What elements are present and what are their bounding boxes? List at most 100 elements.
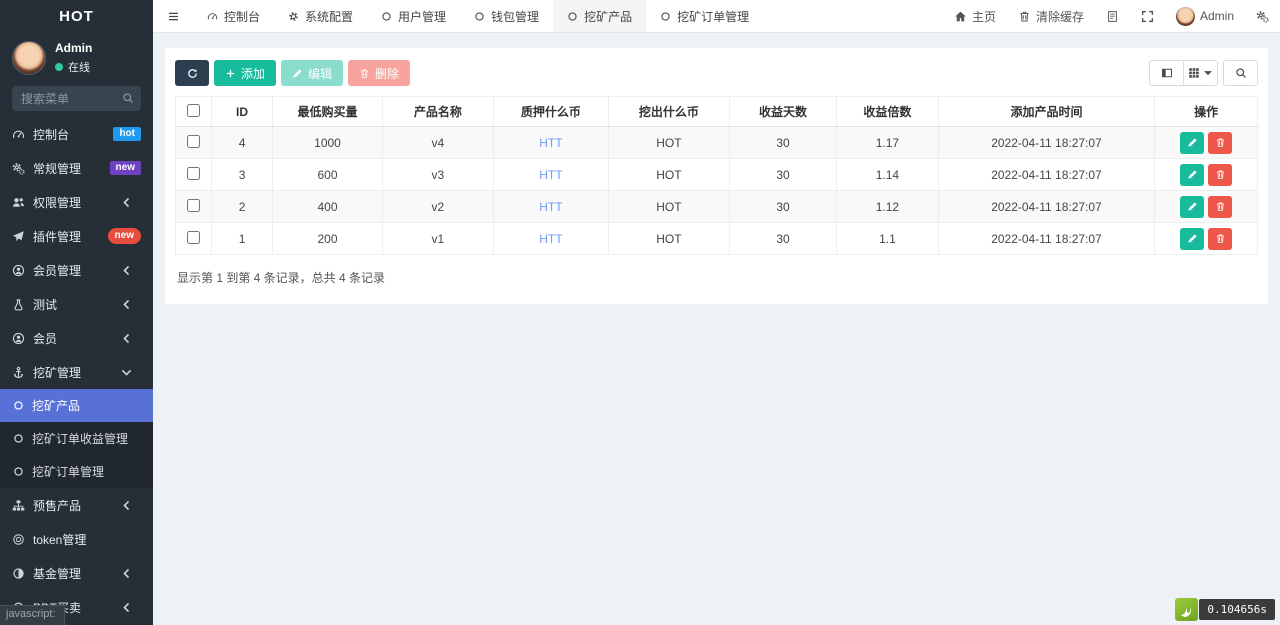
tab[interactable]: 挖矿产品 xyxy=(553,0,647,32)
cell: 400 xyxy=(272,190,383,223)
chevron-down-icon xyxy=(120,366,133,379)
pencil-icon xyxy=(1187,201,1198,212)
row-delete-button[interactable] xyxy=(1208,227,1233,250)
column-header: 挖出什么币 xyxy=(607,96,730,127)
row-delete-button[interactable] xyxy=(1208,163,1233,186)
pencil-icon xyxy=(1187,169,1198,180)
language-icon xyxy=(1106,10,1119,23)
sidebar-item[interactable]: 控制台 hot xyxy=(0,117,153,151)
sidebar-toggle-button[interactable] xyxy=(153,0,193,32)
ops-cell xyxy=(1154,158,1258,191)
sidebar-subitem[interactable]: 挖矿订单管理 xyxy=(0,455,153,488)
users-icon xyxy=(12,196,25,209)
row-checkbox[interactable] xyxy=(186,198,200,212)
sidebar-item[interactable]: token管理 xyxy=(0,522,153,556)
sidebar-item-label: 插件管理 xyxy=(33,229,82,244)
sidebar-item[interactable]: 会员管理 xyxy=(0,253,153,287)
tab[interactable]: 控制台 xyxy=(193,0,274,32)
select-all-checkbox[interactable] xyxy=(186,103,200,117)
circle-o-icon xyxy=(474,11,485,22)
delete-button-label: 删除 xyxy=(375,66,400,81)
online-dot-icon xyxy=(55,63,63,71)
circle-o-icon xyxy=(13,466,24,477)
edit-button[interactable]: 编辑 xyxy=(281,60,344,86)
stake-coin-link[interactable]: HTT xyxy=(539,200,562,214)
chevron-left-icon xyxy=(120,567,133,580)
trash-icon xyxy=(1215,233,1226,244)
sidebar-item[interactable]: 权限管理 xyxy=(0,185,153,219)
sidebar-item[interactable]: 常规管理 new xyxy=(0,151,153,185)
avatar xyxy=(1175,6,1195,26)
tab[interactable]: 系统配置 xyxy=(274,0,367,32)
cell: HTT xyxy=(493,126,609,159)
sidebar-item[interactable]: 挖矿管理 xyxy=(0,355,153,389)
trash-icon xyxy=(1018,10,1031,23)
tab[interactable]: 钱包管理 xyxy=(460,0,553,32)
chevron-left-icon xyxy=(120,264,133,277)
home-link[interactable]: 主页 xyxy=(943,0,1007,32)
gear-icon xyxy=(288,11,299,22)
tab[interactable]: 用户管理 xyxy=(367,0,460,32)
row-delete-button[interactable] xyxy=(1208,131,1233,154)
row-checkbox[interactable] xyxy=(186,134,200,148)
gears-icon xyxy=(12,162,25,175)
stake-coin-link[interactable]: HTT xyxy=(539,136,562,150)
toggle-view-button[interactable] xyxy=(1149,60,1184,86)
table-row: 4 1000 v4 HTT HOT 30 1.17 2022-04-11 18:27:07 xyxy=(175,126,1258,159)
topbar-username: Admin xyxy=(1199,9,1234,23)
delete-button[interactable]: 删除 xyxy=(348,60,411,86)
ops-cell xyxy=(1154,222,1258,255)
row-edit-button[interactable] xyxy=(1180,131,1205,154)
chevron-left-icon xyxy=(120,298,133,311)
settings-button[interactable] xyxy=(1245,0,1280,32)
toolbar-right xyxy=(1149,60,1258,86)
search-toggle-button[interactable] xyxy=(1223,60,1258,86)
sidebar-item-label: 预售产品 xyxy=(33,498,82,513)
sidebar-item[interactable]: 插件管理 new xyxy=(0,219,153,253)
cell: 1.1 xyxy=(836,222,939,255)
select-cell xyxy=(175,158,212,191)
row-checkbox[interactable] xyxy=(186,166,200,180)
sidebar-subitem[interactable]: 挖矿产品 xyxy=(0,389,153,422)
sidebar-subitem[interactable]: 挖矿订单收益管理 xyxy=(0,422,153,455)
cell: 4 xyxy=(210,126,274,159)
sidebar-item[interactable]: 会员 xyxy=(0,321,153,355)
main-content: 添加 编辑 删除 ID 最低购买量 产品名称 质押什么币 挖出什么币 收益天数 … xyxy=(153,33,1280,625)
sidebar-item[interactable]: 测试 xyxy=(0,287,153,321)
expand-icon xyxy=(1141,10,1154,23)
columns-button[interactable] xyxy=(1183,60,1218,86)
row-delete-button[interactable] xyxy=(1208,195,1233,218)
gauge-icon xyxy=(207,11,218,22)
row-checkbox[interactable] xyxy=(186,230,200,244)
row-edit-button[interactable] xyxy=(1180,195,1205,218)
sidebar-item-label: 常规管理 xyxy=(33,161,82,176)
sidebar-item-label: 挖矿管理 xyxy=(33,365,82,380)
language-button[interactable] xyxy=(1095,0,1130,32)
menu-badge: new xyxy=(109,161,141,175)
toolbar: 添加 编辑 删除 xyxy=(175,60,1258,86)
sidebar-item[interactable]: 预售产品 xyxy=(0,488,153,522)
fullscreen-button[interactable] xyxy=(1130,0,1165,32)
sidebar-item[interactable]: 基金管理 xyxy=(0,556,153,590)
pencil-icon xyxy=(1187,137,1198,148)
user-menu[interactable]: Admin xyxy=(1165,0,1245,32)
flask-icon xyxy=(12,298,25,311)
cell: HTT xyxy=(493,222,609,255)
cell: 30 xyxy=(728,158,838,191)
clear-cache-button[interactable]: 清除缓存 xyxy=(1007,0,1095,32)
cell: 1.12 xyxy=(836,190,939,223)
user-circle-icon xyxy=(12,332,25,345)
refresh-button[interactable] xyxy=(175,60,209,86)
tab[interactable]: 挖矿订单管理 xyxy=(646,0,763,32)
column-header: 操作 xyxy=(1154,96,1258,127)
row-edit-button[interactable] xyxy=(1180,163,1205,186)
stake-coin-link[interactable]: HTT xyxy=(539,232,562,246)
cell: 1 xyxy=(210,222,274,255)
stake-coin-link[interactable]: HTT xyxy=(539,168,562,182)
user-status-label: 在线 xyxy=(68,62,90,74)
search-icon xyxy=(122,92,134,104)
column-header: ID xyxy=(210,96,274,127)
add-button[interactable]: 添加 xyxy=(214,60,277,86)
gears-icon xyxy=(1256,10,1269,23)
row-edit-button[interactable] xyxy=(1180,227,1205,250)
